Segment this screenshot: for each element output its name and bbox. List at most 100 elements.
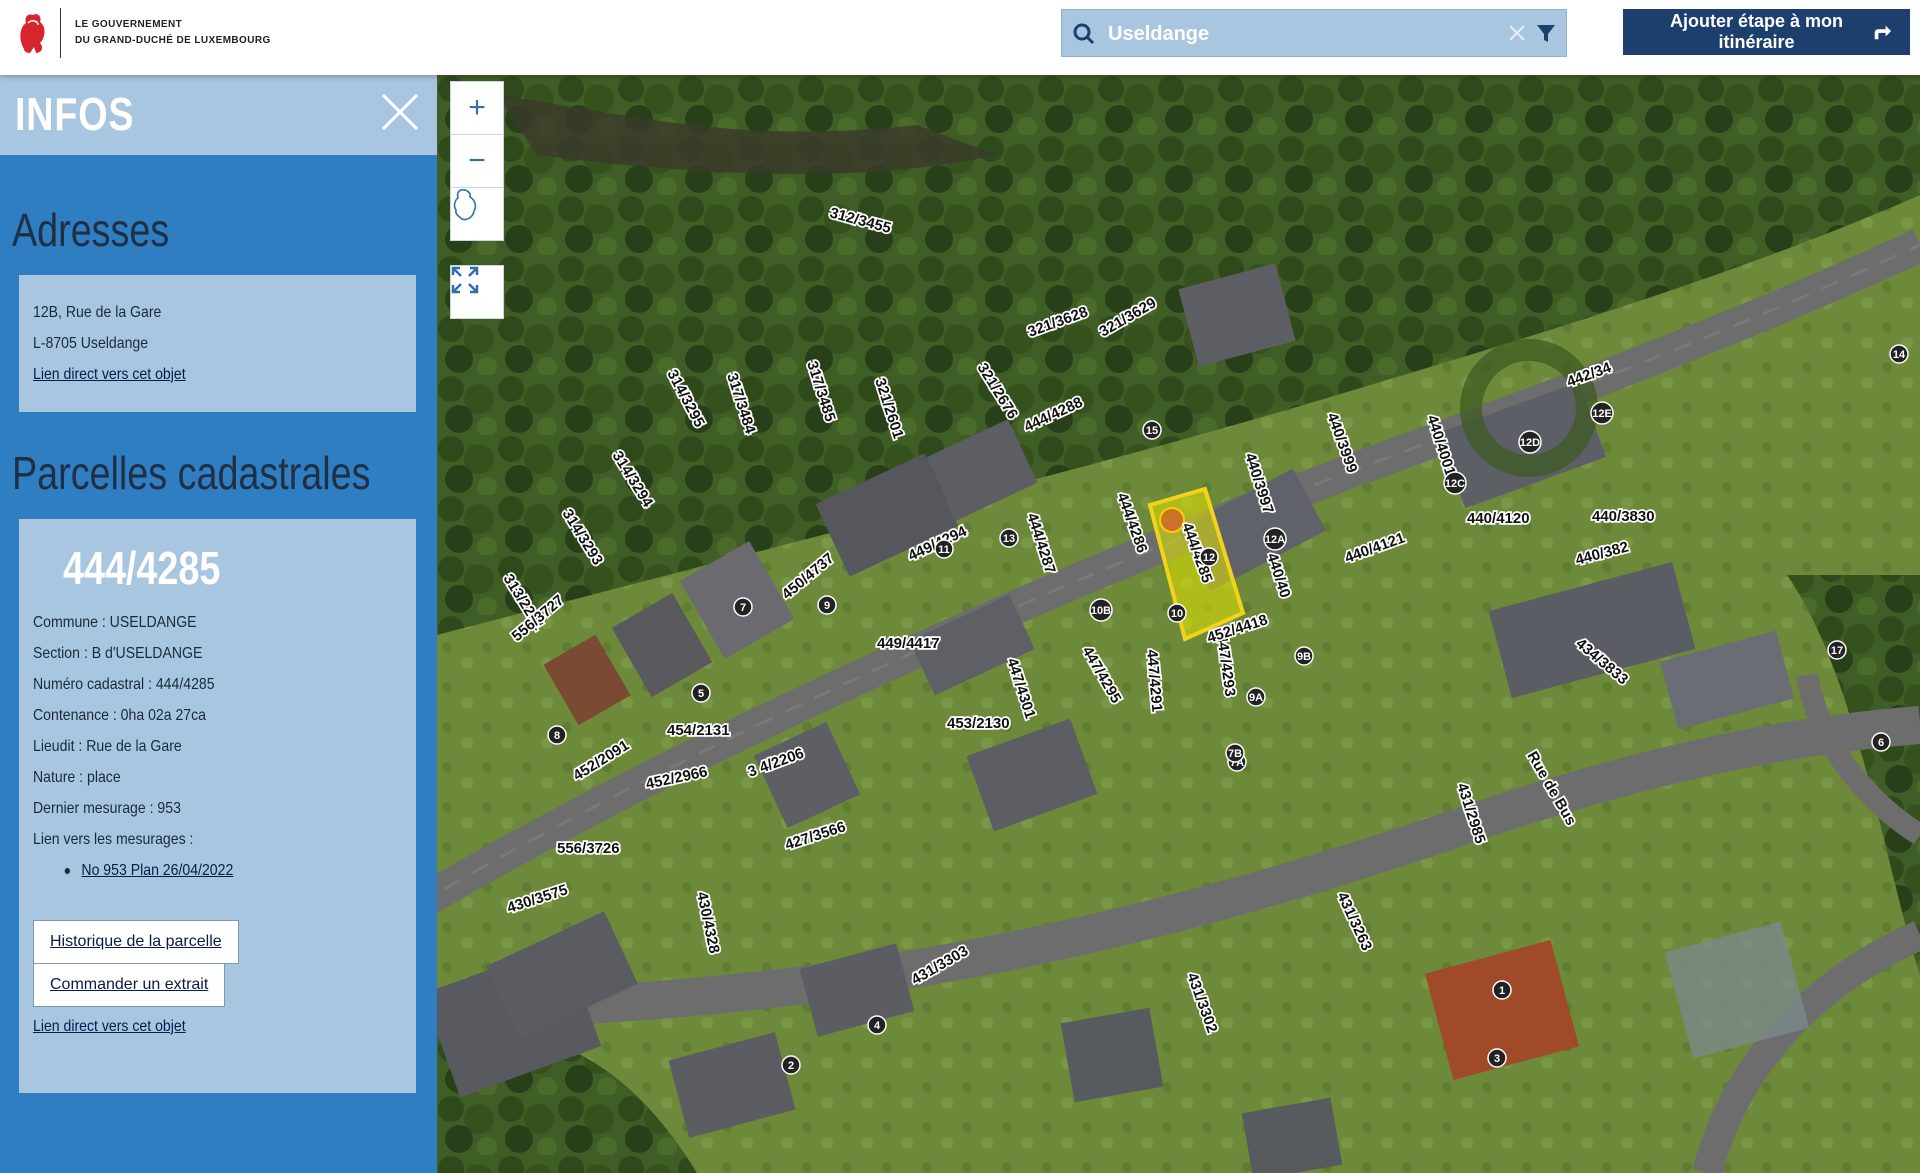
house-number: 12C bbox=[1445, 478, 1465, 490]
parcel-label: 442/34 bbox=[1565, 359, 1615, 391]
parcel-label: 430/3575 bbox=[505, 881, 570, 917]
address-line-2: L-8705 Useldange bbox=[33, 335, 149, 352]
house-number-marker: 1 bbox=[1492, 980, 1512, 1000]
search-input[interactable] bbox=[1106, 18, 1500, 50]
house-number: 8 bbox=[554, 730, 560, 742]
house-number: 4 bbox=[874, 1020, 881, 1032]
parcel-label: 430/4328 bbox=[693, 890, 723, 955]
house-number: 11 bbox=[938, 544, 950, 556]
parcel-mesurages-label: Lien vers les mesurages : bbox=[33, 831, 194, 848]
map-view[interactable]: 312/3455 317/3485 317/3484 314/3295 314/3294… bbox=[437, 75, 1920, 1173]
parcel-section: Section : B d'USELDANGE bbox=[33, 645, 203, 662]
house-number: 13 bbox=[1003, 533, 1015, 545]
add-route-step-label: Ajouter étape à mon itinéraire bbox=[1669, 11, 1844, 52]
house-number-marker: 4 bbox=[867, 1015, 887, 1035]
parcel-commune: Commune : USELDANGE bbox=[33, 614, 197, 631]
parcel-label: 431/3263 bbox=[1333, 890, 1375, 954]
parcel-label: 447/4295 bbox=[1079, 644, 1125, 707]
house-number-marker: 13 bbox=[999, 528, 1019, 548]
house-number: 7B bbox=[1228, 748, 1242, 760]
parcel-label: 314/3294 bbox=[609, 448, 657, 511]
zoom-out-label: − bbox=[468, 144, 486, 177]
parcel-label: 440/382 bbox=[1574, 538, 1631, 568]
parcel-label: 440/3997 bbox=[1241, 451, 1277, 516]
infos-title: INFOS bbox=[15, 88, 135, 140]
parcel-label: 444/4287 bbox=[1023, 511, 1059, 576]
parcel-label: 454/2131 bbox=[667, 722, 730, 739]
mesurage-list-item: No 953 Plan 26/04/2022 bbox=[33, 855, 370, 886]
address-line-1: 12B, Rue de la Gare bbox=[33, 304, 162, 321]
zoom-out-button[interactable]: − bbox=[450, 134, 504, 188]
logo-text: LE GOUVERNEMENT DU GRAND-DUCHÉ DE LUXEMB… bbox=[75, 17, 271, 49]
house-number-marker: 7 bbox=[733, 597, 753, 617]
parcel-label: 317/3484 bbox=[723, 371, 759, 436]
parcel-history-button[interactable]: Historique de la parcelle bbox=[33, 920, 239, 964]
zoom-in-label: + bbox=[468, 91, 486, 124]
parcel-mesurage: Dernier mesurage : 953 bbox=[33, 800, 181, 817]
house-number: 10 bbox=[1171, 608, 1183, 620]
parcel-label: 440/3999 bbox=[1323, 411, 1360, 476]
house-number: 3 bbox=[1494, 1053, 1500, 1065]
infos-header: INFOS bbox=[0, 75, 437, 155]
parcel-label: 321/3628 bbox=[1026, 303, 1091, 340]
parcel-label: 556/3726 bbox=[557, 840, 620, 857]
search-box[interactable] bbox=[1061, 9, 1567, 57]
zoom-in-button[interactable]: + bbox=[450, 81, 504, 135]
parcel-direct-link[interactable]: Lien direct vers cet objet bbox=[33, 1018, 186, 1035]
house-number: 9B bbox=[1297, 651, 1311, 663]
house-number: 14 bbox=[1893, 349, 1906, 361]
house-number: 12A bbox=[1265, 534, 1285, 546]
parcel-label: 449/4417 bbox=[877, 635, 940, 652]
country-extent-button[interactable] bbox=[450, 187, 504, 241]
fullscreen-button[interactable] bbox=[450, 265, 504, 319]
parcel-label: 440/3830 bbox=[1592, 508, 1655, 525]
fullscreen-icon bbox=[451, 266, 479, 294]
luxembourg-outline-icon bbox=[453, 189, 477, 221]
house-number-marker: 14 bbox=[1889, 344, 1909, 364]
parcel-label: Rue de Bus bbox=[1524, 749, 1580, 829]
house-number: 7 bbox=[740, 602, 746, 614]
house-number-marker: 10 bbox=[1167, 603, 1187, 623]
house-number-marker: 6 bbox=[1871, 732, 1891, 752]
addresses-title: Adresses bbox=[12, 204, 170, 256]
house-number-marker: 8 bbox=[547, 725, 567, 745]
parcel-label: 440/40 bbox=[1263, 551, 1293, 600]
parcel-label: 312/3455 bbox=[828, 204, 893, 237]
header-bar: LE GOUVERNEMENT DU GRAND-DUCHÉ DE LUXEMB… bbox=[0, 0, 1920, 75]
add-route-step-button[interactable]: Ajouter étape à mon itinéraire bbox=[1623, 9, 1910, 55]
logo-line-2: DU GRAND-DUCHÉ DE LUXEMBOURG bbox=[75, 35, 271, 46]
parcel-labels-layer: 312/3455 317/3485 317/3484 314/3295314/3294… bbox=[498, 203, 1909, 1075]
house-number: 6 bbox=[1878, 737, 1884, 749]
house-number-marker: 9A bbox=[1246, 687, 1266, 707]
government-logo[interactable]: LE GOUVERNEMENT DU GRAND-DUCHÉ DE LUXEMB… bbox=[12, 6, 272, 60]
house-number-marker: 9 bbox=[817, 595, 837, 615]
clear-icon[interactable] bbox=[1504, 20, 1530, 46]
house-number-marker: 12C bbox=[1443, 471, 1467, 495]
parcel-label: 447/4301 bbox=[1003, 656, 1039, 721]
house-number: 9A bbox=[1249, 692, 1263, 704]
address-direct-link[interactable]: Lien direct vers cet objet bbox=[33, 366, 186, 383]
house-number: 12D bbox=[1520, 437, 1540, 449]
parcel-label: 434/3833 bbox=[1572, 635, 1631, 688]
parcel-label: 431/3303 bbox=[909, 942, 972, 988]
close-icon[interactable] bbox=[377, 89, 423, 135]
house-number-marker: 11 bbox=[934, 539, 954, 559]
parcel-card: 444/4285 Commune : USELDANGE Section : B… bbox=[19, 519, 416, 1093]
order-extract-button[interactable]: Commander un extrait bbox=[33, 963, 226, 1007]
mesurage-link[interactable]: No 953 Plan 26/04/2022 bbox=[81, 862, 233, 879]
house-number-marker: 15 bbox=[1142, 420, 1162, 440]
parcel-label: 440/4001 bbox=[1423, 413, 1459, 478]
parcel-label: 321/3629 bbox=[1097, 294, 1160, 340]
parcel-label: 444/4288 bbox=[1022, 394, 1086, 436]
parcel-label: 450/4737 bbox=[779, 550, 838, 603]
house-number-marker: 10B bbox=[1089, 598, 1113, 622]
house-number-marker: 5 bbox=[691, 683, 711, 703]
house-number: 2 bbox=[788, 1060, 794, 1072]
parcel-label: 452/2966 bbox=[644, 763, 709, 793]
house-number: 15 bbox=[1146, 425, 1158, 437]
parcel-label: 317/3485 bbox=[803, 359, 839, 424]
filter-icon[interactable] bbox=[1534, 20, 1558, 46]
house-number-marker: 12A bbox=[1263, 527, 1287, 551]
house-number-marker: 7B bbox=[1225, 743, 1245, 763]
parcel-nature: Nature : place bbox=[33, 769, 121, 786]
